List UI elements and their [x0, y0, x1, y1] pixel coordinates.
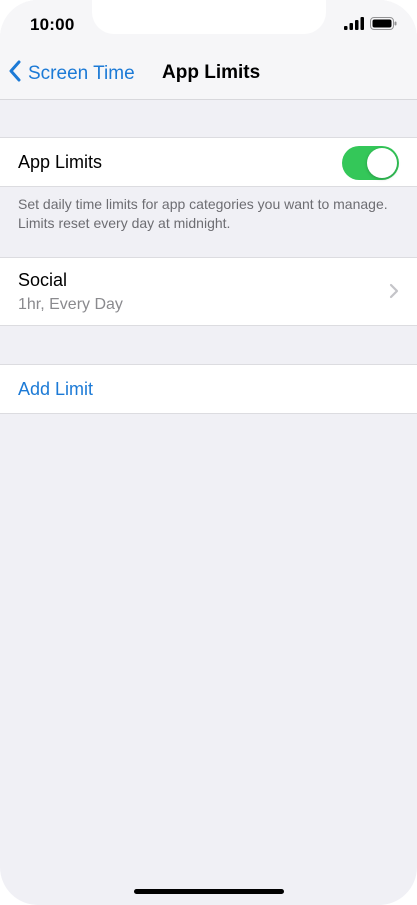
- battery-icon: [370, 17, 397, 35]
- status-icons: [344, 17, 397, 35]
- home-indicator[interactable]: [134, 889, 284, 894]
- add-limit-row[interactable]: Add Limit: [0, 364, 417, 414]
- header-area: 10:00 Screen Time App Limits: [0, 0, 417, 100]
- app-limits-footer: Set daily time limits for app categories…: [18, 196, 388, 231]
- chevron-left-icon: [8, 60, 28, 88]
- back-button[interactable]: Screen Time: [8, 60, 135, 88]
- add-limit-button[interactable]: Add Limit: [18, 379, 93, 400]
- app-limits-label: App Limits: [18, 152, 103, 172]
- page-title: App Limits: [162, 62, 261, 83]
- phone-screen: 10:00 Screen Time App Limits App Limits …: [0, 0, 417, 905]
- cellular-signal-icon: [344, 17, 364, 35]
- toggle-knob: [367, 148, 397, 178]
- app-limits-row: App Limits: [0, 137, 417, 187]
- back-button-label: Screen Time: [28, 63, 135, 84]
- status-time: 10:00: [30, 15, 75, 34]
- limit-row-social[interactable]: Social 1hr, Every Day: [0, 257, 417, 326]
- limit-title: Social: [18, 270, 68, 290]
- device-notch: [92, 0, 326, 34]
- limit-subtitle: 1hr, Every Day: [18, 296, 123, 313]
- chevron-right-icon: [389, 283, 399, 304]
- app-limits-toggle[interactable]: [342, 146, 399, 180]
